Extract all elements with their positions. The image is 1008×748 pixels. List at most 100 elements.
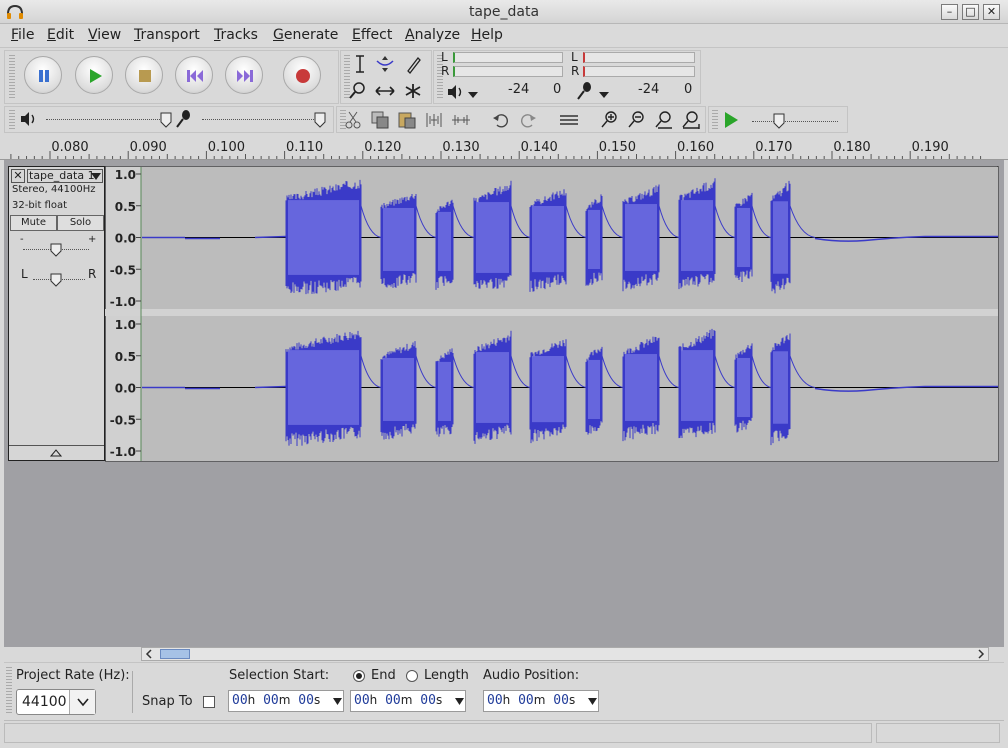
waveform-display[interactable]: 1.0 0.5 0.0 -0.5 -1.0 1.0 0.5 0.0 -0.5 -1.0: [105, 166, 999, 462]
menu-generate[interactable]: Generate: [273, 27, 338, 43]
speaker-icon[interactable]: [445, 81, 467, 103]
recording-volume-slider[interactable]: [202, 119, 324, 121]
time-format-dropdown-icon[interactable]: [588, 698, 597, 705]
project-rate-label: Project Rate (Hz):: [16, 668, 130, 683]
zoom-in-icon[interactable]: [599, 109, 621, 131]
ruler-label: 0.120: [364, 140, 402, 155]
recording-volume-thumb[interactable]: [314, 112, 326, 128]
copy-icon[interactable]: [369, 109, 391, 131]
status-field-main: [4, 723, 872, 743]
selection-tool-icon[interactable]: [348, 53, 372, 75]
playback-meter-scale-low: -24: [508, 82, 530, 97]
end-radio[interactable]: [353, 670, 365, 682]
toolbar-grip[interactable]: [9, 55, 15, 99]
menu-edit[interactable]: Edit: [47, 27, 74, 43]
record-meter-right[interactable]: [583, 66, 695, 77]
playback-volume-slider[interactable]: [46, 119, 168, 121]
gain-slider-thumb[interactable]: [50, 243, 62, 257]
fit-project-icon[interactable]: [680, 109, 702, 131]
trim-audio-icon[interactable]: [423, 109, 445, 131]
pan-left-label: L: [21, 267, 28, 281]
ruler-label: 0.190: [911, 140, 949, 155]
menu-help[interactable]: Help: [471, 27, 503, 43]
project-rate-dropdown[interactable]: [69, 690, 95, 714]
undo-icon[interactable]: [490, 109, 512, 131]
time-format-dropdown-icon[interactable]: [333, 698, 342, 705]
menu-analyze[interactable]: Analyze: [405, 27, 460, 43]
record-meter-dropdown-icon[interactable]: [598, 90, 610, 100]
timeline-ruler[interactable]: 0.080 0.090 0.100 0.110 0.120 0.130 0.140 0.150…: [0, 134, 1008, 160]
horizontal-scrollbar[interactable]: [141, 647, 989, 661]
track-collapse-button[interactable]: [9, 445, 104, 460]
playback-meter-dropdown-icon[interactable]: [467, 90, 479, 100]
play-button[interactable]: [75, 56, 113, 94]
selection-end-time[interactable]: 00h 00m 00s: [350, 690, 466, 712]
paste-icon[interactable]: [396, 109, 418, 131]
multi-tool-icon[interactable]: [401, 80, 425, 102]
selection-start-time[interactable]: 00h 00m 00s: [228, 690, 344, 712]
playback-meter-left[interactable]: [453, 52, 563, 63]
menu-transport[interactable]: Transport: [134, 27, 200, 43]
length-radio-label: Length: [424, 668, 469, 683]
playback-meter-right[interactable]: [453, 66, 563, 77]
track-close-button[interactable]: ✕: [11, 169, 25, 183]
amplitude-label: 0.5: [115, 350, 136, 364]
length-radio[interactable]: [406, 670, 418, 682]
record-meter-scale-low: -24: [638, 82, 660, 97]
minimize-button[interactable]: –: [941, 4, 958, 20]
record-meter-left[interactable]: [583, 52, 695, 63]
play-speed-slider[interactable]: [752, 121, 838, 123]
solo-button[interactable]: Solo: [57, 215, 104, 231]
pause-icon: [39, 70, 49, 82]
scroll-right-icon[interactable]: [976, 649, 986, 659]
scrollbar-thumb[interactable]: [160, 649, 190, 659]
envelope-tool-icon[interactable]: [373, 53, 397, 75]
toolbar-grip[interactable]: [9, 110, 15, 129]
time-format-dropdown-icon[interactable]: [455, 698, 464, 705]
snap-to-label: Snap To: [142, 694, 193, 709]
fit-selection-icon[interactable]: [653, 109, 675, 131]
skip-to-start-button[interactable]: [175, 56, 213, 94]
pan-slider-thumb[interactable]: [50, 273, 62, 287]
microphone-icon[interactable]: [574, 80, 596, 102]
skip-to-end-button[interactable]: [225, 56, 263, 94]
minutes-unit: m: [400, 693, 413, 707]
redo-icon[interactable]: [517, 109, 539, 131]
record-button[interactable]: [283, 56, 321, 94]
stop-button[interactable]: [125, 56, 163, 94]
ruler-label: 0.170: [755, 140, 793, 155]
menu-tracks[interactable]: Tracks: [214, 27, 258, 43]
snap-to-checkbox[interactable]: [203, 696, 215, 708]
toolbar-grip[interactable]: [712, 110, 718, 129]
zoom-tool-icon[interactable]: [346, 80, 370, 102]
pause-button[interactable]: [24, 56, 62, 94]
playback-volume-thumb[interactable]: [160, 112, 172, 128]
menu-effect[interactable]: Effect: [352, 27, 392, 43]
project-rate-combobox[interactable]: 44100: [16, 689, 96, 715]
zoom-out-icon[interactable]: [626, 109, 648, 131]
close-button[interactable]: ✕: [983, 4, 1000, 20]
menu-view[interactable]: View: [88, 27, 121, 43]
track-name-dropdown[interactable]: tape_data 1: [27, 169, 103, 183]
scroll-left-icon[interactable]: [144, 649, 154, 659]
menu-file[interactable]: File: [11, 27, 34, 43]
sync-lock-icon[interactable]: [558, 109, 580, 131]
ruler-label: 0.080: [51, 140, 89, 155]
stop-icon: [139, 70, 151, 82]
mute-button[interactable]: Mute: [10, 215, 57, 231]
track-menu-dropdown-icon: [91, 173, 101, 180]
silence-audio-icon[interactable]: [450, 109, 472, 131]
amplitude-label: 1.0: [115, 318, 136, 332]
maximize-button[interactable]: □: [962, 4, 979, 20]
audio-position-time[interactable]: 00h 00m 00s: [483, 690, 599, 712]
draw-tool-icon[interactable]: [401, 53, 425, 75]
amplitude-label: -1.0: [110, 445, 136, 459]
play-speed-thumb[interactable]: [773, 113, 785, 129]
ruler-label: 0.150: [598, 140, 636, 155]
recording-volume-mic-icon: [176, 110, 190, 128]
pan-right-label: R: [88, 267, 97, 281]
play-at-speed-icon[interactable]: [720, 109, 742, 131]
cut-icon[interactable]: [342, 109, 364, 131]
toolbar-grip[interactable]: [6, 667, 12, 713]
time-shift-tool-icon[interactable]: [373, 80, 397, 102]
